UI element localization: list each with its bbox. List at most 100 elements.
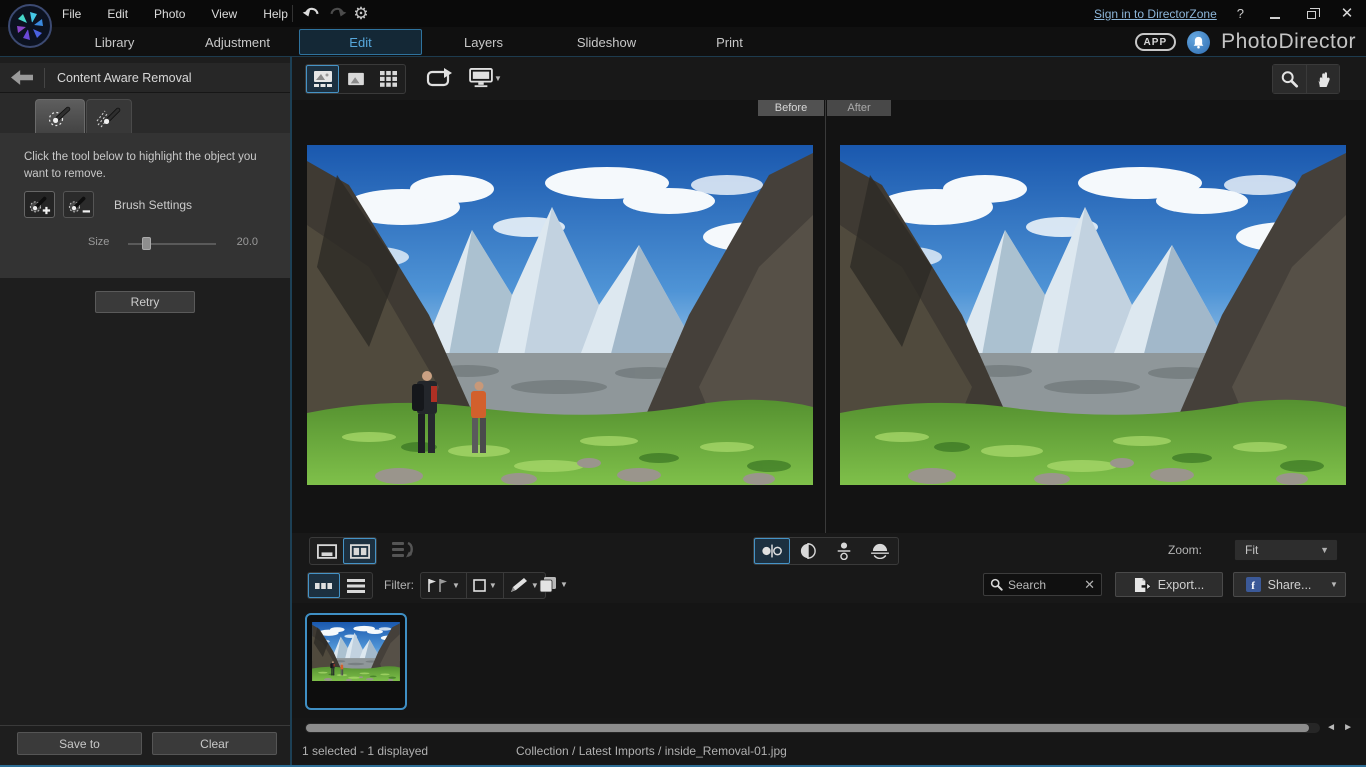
viewer-toolbar: ▼ [292, 57, 1366, 100]
viewer-browser-icon [313, 70, 333, 88]
zoom-tool-button[interactable] [1273, 65, 1306, 93]
filter-flag-button[interactable]: ▼ [421, 573, 466, 598]
split-view-button[interactable] [343, 538, 376, 564]
notification-bell-icon[interactable] [1187, 31, 1210, 54]
share-button[interactable]: f Share... [1233, 572, 1324, 597]
thumbnail-selected[interactable] [305, 613, 407, 710]
before-image[interactable] [307, 145, 813, 485]
list-view-button[interactable] [340, 573, 372, 598]
top-bottom-icon [837, 542, 851, 560]
redo-icon[interactable] [327, 3, 349, 23]
menu-view[interactable]: View [211, 7, 237, 21]
compare-divider [825, 100, 826, 533]
share-caret-icon: ▼ [1330, 580, 1338, 589]
scrollbar-thumb[interactable] [306, 724, 1309, 732]
single-view-icon [317, 544, 337, 559]
line-removal-tab[interactable] [86, 99, 132, 133]
viewer-only-mode-button[interactable] [339, 65, 372, 93]
save-to-button[interactable]: Save to [17, 732, 142, 755]
undo-icon[interactable] [300, 3, 322, 23]
scrollbar-track[interactable] [305, 723, 1320, 733]
viewer-and-browser-mode-button[interactable] [306, 65, 339, 93]
color-label-icon [473, 579, 486, 592]
tool-tab-strip [0, 93, 290, 133]
slider-thumb[interactable] [142, 237, 151, 250]
compare-mode-group [753, 537, 899, 565]
selection-count: 1 selected - 1 displayed [302, 744, 428, 758]
brush-add-button[interactable] [24, 191, 55, 218]
scroll-right-arrow[interactable]: ► [1343, 722, 1353, 733]
panel-title: Content Aware Removal [57, 71, 192, 85]
monitor-dropdown-caret: ▼ [494, 74, 502, 83]
main-area: ▼ Before After [292, 57, 1366, 767]
brush-add-icon [28, 194, 52, 216]
menu-file[interactable]: File [62, 7, 81, 21]
thumbnail-view-button[interactable] [308, 573, 340, 598]
monitor-icon [468, 68, 494, 88]
before-label: Before [758, 100, 824, 116]
export-button[interactable]: Export... [1115, 572, 1223, 597]
compare-split-top-bottom-button[interactable] [862, 538, 898, 564]
zoom-dropdown-caret: ▼ [1320, 545, 1329, 555]
clear-button[interactable]: Clear [152, 732, 277, 755]
minimize-icon [1270, 17, 1280, 19]
filmstrip-view-group [307, 572, 373, 599]
zoom-dropdown[interactable]: Fit ▼ [1234, 539, 1338, 561]
scroll-left-arrow[interactable]: ◄ [1326, 722, 1336, 733]
secondary-monitor-button[interactable]: ▼ [464, 64, 506, 92]
restore-button[interactable] [1300, 4, 1322, 24]
hand-icon [1315, 70, 1331, 88]
panel-bottom-bar: Save to Clear [0, 725, 290, 767]
tab-library[interactable]: Library [53, 29, 176, 55]
split-top-bottom-icon [871, 543, 889, 559]
retry-button[interactable]: Retry [95, 291, 195, 313]
smart-brush-tab[interactable] [35, 99, 85, 133]
single-view-button[interactable] [310, 538, 343, 564]
sign-in-link[interactable]: Sign in to DirectorZone [1094, 7, 1217, 21]
close-button[interactable]: ✕ [1336, 4, 1358, 24]
rotate-icon [426, 68, 452, 88]
adjustment-history-icon[interactable] [392, 541, 416, 564]
list-view-icon [347, 579, 365, 593]
share-dropdown-button[interactable]: ▼ [1323, 572, 1346, 597]
back-button[interactable] [0, 63, 44, 93]
viewer-canvas: Before After [292, 100, 1366, 533]
app-window: File Edit Photo View Help ⚙ Sign in to D… [0, 0, 1366, 767]
filter-color-label-button[interactable]: ▼ [466, 573, 503, 598]
search-clear-icon[interactable]: ✕ [1084, 577, 1095, 593]
compare-bar: Zoom: Fit ▼ [292, 533, 1366, 567]
search-box[interactable]: ✕ [983, 573, 1102, 596]
tab-slideshow[interactable]: Slideshow [545, 29, 668, 55]
stack-versions-button[interactable]: ▼ [533, 572, 574, 597]
pan-tool-button[interactable] [1306, 65, 1339, 93]
tab-edit[interactable]: Edit [299, 29, 422, 55]
tab-layers[interactable]: Layers [422, 29, 545, 55]
compare-split-left-right-button[interactable] [790, 538, 826, 564]
browser-only-mode-button[interactable] [372, 65, 405, 93]
menu-help[interactable]: Help [263, 7, 288, 21]
brush-size-slider[interactable] [128, 243, 216, 245]
tool-options-box: Click the tool below to highlight the ob… [0, 133, 290, 278]
minimize-button[interactable] [1264, 4, 1286, 24]
tab-print[interactable]: Print [668, 29, 791, 55]
help-icon[interactable]: ? [1231, 6, 1250, 21]
menu-photo[interactable]: Photo [154, 7, 185, 21]
tab-adjustment[interactable]: Adjustment [176, 29, 299, 55]
settings-gear-icon[interactable]: ⚙ [350, 3, 372, 23]
magnifier-icon [1280, 70, 1299, 88]
after-image[interactable] [840, 145, 1346, 485]
zoom-value: Fit [1245, 543, 1320, 557]
header-separator [44, 68, 45, 88]
thumbnail-image [312, 622, 400, 681]
brush-subtract-button[interactable] [63, 191, 94, 218]
menu-edit[interactable]: Edit [107, 7, 128, 21]
size-label: Size [88, 236, 109, 248]
search-input[interactable] [1008, 578, 1079, 592]
rotate-photo-button[interactable] [422, 64, 456, 92]
compare-top-bottom-button[interactable] [826, 538, 862, 564]
compare-side-by-side-button[interactable] [754, 538, 790, 564]
restore-icon [1307, 11, 1316, 19]
instruction-text: Click the tool below to highlight the ob… [0, 133, 290, 182]
view-mode-group [305, 64, 406, 94]
filter-group: ▼ ▼ ▼ [420, 572, 546, 599]
